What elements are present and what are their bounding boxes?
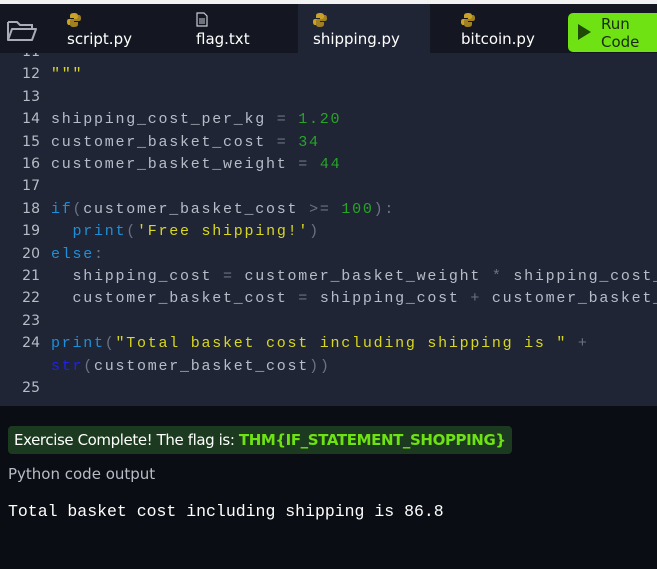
code-token: (	[72, 200, 84, 218]
line-number: 15	[22, 133, 40, 150]
code-token: (	[104, 335, 116, 353]
code-token: =	[276, 111, 299, 129]
python-icon	[313, 12, 327, 27]
code-text: if(customer_basket_cost >= 100):	[51, 201, 395, 218]
code-token: =	[223, 268, 245, 285]
line-number: 14	[22, 111, 40, 128]
code-token: =	[298, 290, 320, 308]
tab-label: bitcoin.py	[461, 30, 535, 48]
code-token: shipping_cost	[319, 290, 471, 308]
code-token: :	[94, 245, 105, 263]
code-text: print("Total basket cost including shipp…	[51, 335, 589, 352]
code-token: 44	[319, 156, 342, 173]
python-icon	[67, 12, 81, 27]
code-token: 'Free shipping!'	[137, 223, 310, 241]
code-token: =	[298, 156, 320, 173]
line-number: 13	[22, 88, 40, 105]
file-tab-bar: script.py flag.txt shipping.py bitcoin.p…	[0, 4, 657, 53]
code-text: customer_basket_cost = 34	[51, 134, 320, 151]
code-text: customer_basket_weight = 44	[51, 156, 341, 173]
code-token: (	[83, 357, 95, 375]
code-token: customer_basket_cost	[94, 357, 310, 375]
run-code-label: Run Code	[601, 15, 640, 51]
code-token: customer_basket_cost	[83, 200, 310, 218]
code-token: customer_basket_weight	[51, 156, 299, 173]
play-icon	[578, 24, 591, 40]
code-text: shipping_cost = customer_basket_weight *…	[51, 268, 657, 285]
code-token: +	[470, 290, 492, 308]
line-number: 19	[22, 223, 40, 240]
code-editor[interactable]: 11 12 """ 13 14 shipping_cost_per_kg = 1.20 15…	[0, 53, 657, 406]
tab-flag-txt[interactable]: flag.txt	[170, 4, 298, 53]
code-text: else:	[51, 246, 105, 263]
code-text: print('Free shipping!')	[51, 223, 320, 240]
output-text: Total basket cost including shipping is …	[8, 502, 444, 521]
line-number: 16	[22, 156, 40, 172]
code-token: if	[51, 200, 73, 218]
code-token: shipping_cost_per_kg	[51, 111, 277, 129]
tab-script-py[interactable]: script.py	[50, 4, 170, 53]
code-token: customer_basket_cost	[51, 133, 277, 151]
code-token: (	[126, 223, 138, 241]
code-token: 1.20	[298, 111, 342, 129]
line-number: 21	[22, 268, 40, 284]
code-text: shipping_cost_per_kg = 1.20	[51, 111, 341, 128]
flag-banner-prefix: Exercise Complete! The flag is:	[14, 431, 239, 449]
run-code-button[interactable]: Run Code	[568, 13, 657, 52]
flag-value: THM{IF_STATEMENT_SHOPPING}	[238, 431, 506, 449]
line-number: 17	[22, 178, 40, 195]
tab-label: shipping.py	[313, 30, 400, 48]
tab-label: flag.txt	[196, 30, 250, 48]
line-number: 23	[22, 312, 40, 329]
file-icon	[196, 12, 210, 27]
code-token: customer_basket_cost	[51, 290, 299, 308]
code-token: ))	[309, 357, 331, 375]
code-token: ):	[373, 200, 396, 218]
python-icon	[461, 12, 475, 27]
code-token: +	[577, 335, 589, 353]
code-text: customer_basket_cost = shipping_cost + c…	[51, 290, 657, 307]
code-token: *	[491, 268, 514, 285]
code-token: """	[51, 66, 84, 84]
code-token: )	[309, 223, 320, 241]
code-token: 100	[341, 200, 374, 218]
folder-icon[interactable]	[6, 18, 38, 42]
line-number: 11	[0, 53, 40, 60]
code-token: print	[51, 335, 105, 353]
line-number: 18	[22, 200, 40, 217]
tab-bitcoin-py[interactable]: bitcoin.py	[430, 4, 560, 53]
line-number: 22	[22, 290, 40, 307]
code-token: =	[276, 133, 299, 151]
code-token: customer_basket_weight	[244, 268, 492, 285]
tab-shipping-py[interactable]: shipping.py	[298, 4, 430, 53]
tab-label: script.py	[67, 30, 132, 48]
code-token: 34	[298, 133, 320, 151]
code-token: >=	[309, 200, 342, 218]
code-token: shipping_cost	[51, 268, 224, 285]
line-number: 24	[22, 335, 40, 352]
line-number: 25	[22, 380, 40, 396]
code-token: "Total basket cost including shipping is…	[115, 335, 578, 353]
code-token: customer_basket_cost	[491, 290, 657, 308]
code-token: shipping_cost_per_kg	[513, 268, 657, 285]
output-panel: Exercise Complete! The flag is: THM{IF_S…	[0, 406, 657, 569]
code-token: str	[51, 357, 84, 375]
output-label: Python code output	[8, 465, 156, 483]
code-text: str(customer_basket_cost))	[51, 358, 331, 375]
line-number: 12	[22, 66, 40, 83]
code-text: """	[51, 66, 83, 83]
flag-banner: Exercise Complete! The flag is: THM{IF_S…	[8, 426, 512, 454]
line-number: 20	[22, 245, 40, 262]
code-token: else	[51, 245, 95, 263]
code-token: print	[72, 223, 127, 241]
